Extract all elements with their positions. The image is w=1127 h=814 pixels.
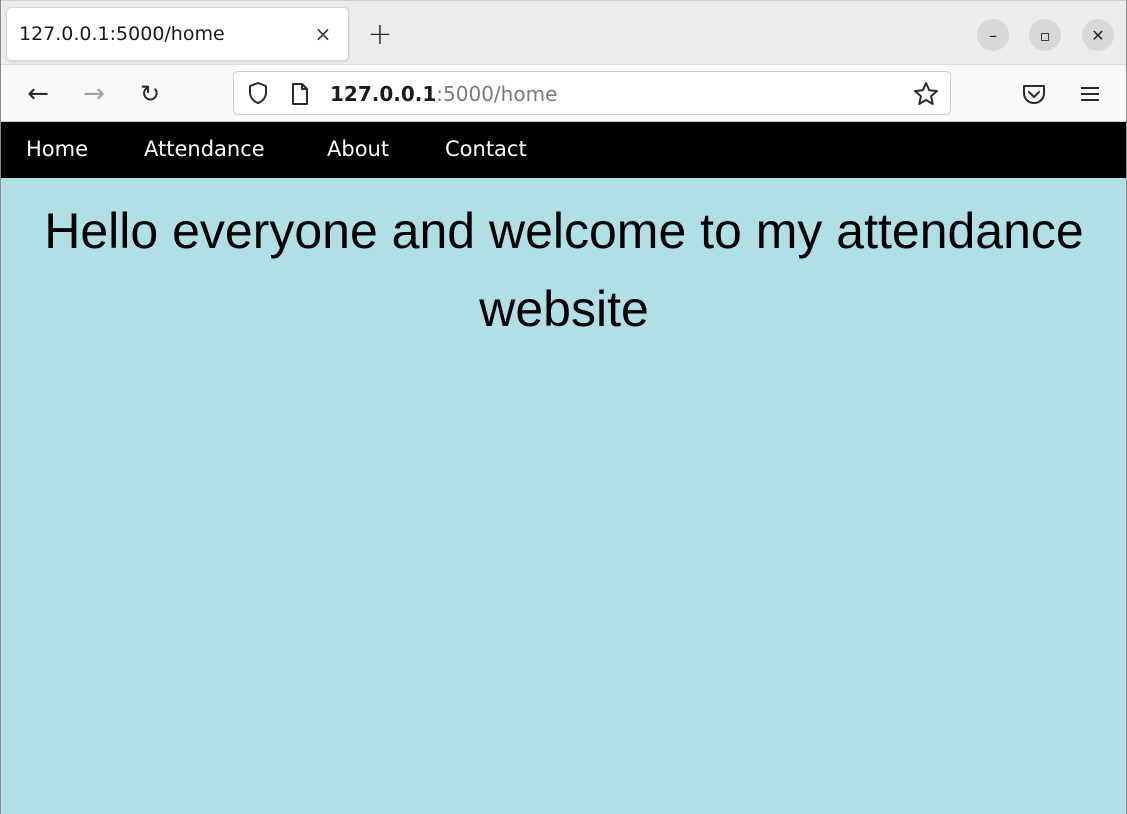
new-tab-button[interactable]: + xyxy=(363,17,397,52)
shield-icon[interactable] xyxy=(246,81,270,105)
url-host: 127.0.0.1 xyxy=(330,82,437,106)
url-text[interactable]: 127.0.0.1:5000/home xyxy=(330,72,557,116)
forward-button[interactable]: → xyxy=(75,75,113,113)
url-path: :5000/home xyxy=(436,82,558,106)
minimize-button[interactable]: – xyxy=(977,19,1009,51)
nav-link-home[interactable]: Home xyxy=(26,122,88,178)
close-window-button[interactable]: ✕ xyxy=(1082,19,1114,51)
back-button[interactable]: ← xyxy=(19,75,57,113)
page-content: Hello everyone and welcome to my attenda… xyxy=(1,178,1126,814)
page-icon xyxy=(292,83,308,105)
browser-window: 127.0.0.1:5000/home × + – ▫ ✕ ← → ↻ 127.… xyxy=(0,0,1127,814)
site-navbar: Home Attendance About Contact xyxy=(1,122,1126,178)
tab-home[interactable]: 127.0.0.1:5000/home × xyxy=(7,8,348,60)
nav-link-attendance[interactable]: Attendance xyxy=(144,122,265,178)
page-heading: Hello everyone and welcome to my attenda… xyxy=(44,203,1084,337)
pocket-icon[interactable] xyxy=(1019,79,1049,109)
nav-link-about[interactable]: About xyxy=(327,122,389,178)
reload-button[interactable]: ↻ xyxy=(131,75,169,113)
maximize-button[interactable]: ▫ xyxy=(1029,19,1061,51)
tab-close-icon[interactable]: × xyxy=(310,21,336,47)
bookmark-star-icon[interactable] xyxy=(912,80,940,108)
nav-link-contact[interactable]: Contact xyxy=(445,122,527,178)
tab-strip: 127.0.0.1:5000/home × + – ▫ ✕ xyxy=(1,0,1126,64)
navigation-toolbar: ← → ↻ 127.0.0.1:5000/home xyxy=(1,64,1126,122)
url-bar[interactable]: 127.0.0.1:5000/home xyxy=(233,71,951,115)
hamburger-menu-icon[interactable] xyxy=(1075,79,1105,109)
tab-title: 127.0.0.1:5000/home xyxy=(19,23,225,45)
